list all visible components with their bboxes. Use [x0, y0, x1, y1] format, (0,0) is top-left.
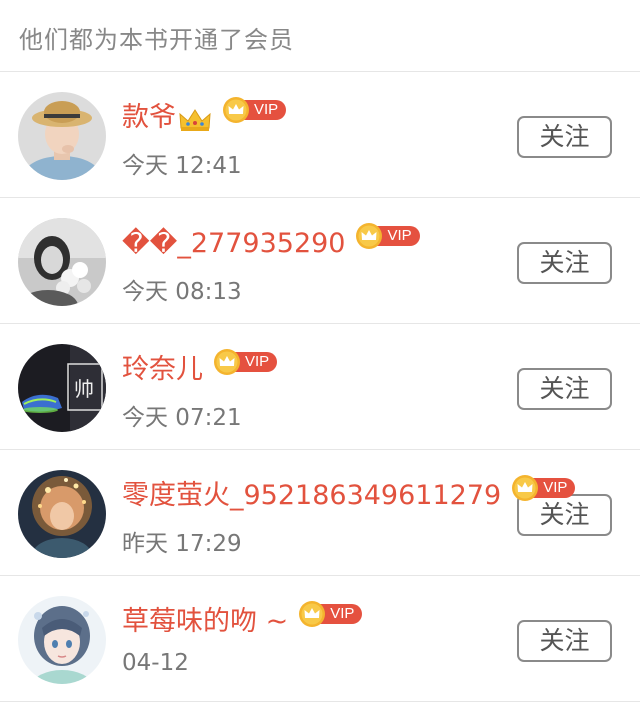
follow-button[interactable]: 关注 — [517, 242, 612, 284]
member-name[interactable]: 草莓味的吻 ~ — [122, 604, 288, 640]
member-name[interactable]: ��_277935290 — [122, 226, 345, 262]
crown-emoji — [179, 109, 211, 131]
member-list: 款爷 VIP 今天 12:41 关注 ��_277935290 VIP 今天 0… — [0, 72, 640, 702]
page-header: 他们都为本书开通了会员 — [0, 0, 640, 72]
page-title: 他们都为本书开通了会员 — [19, 26, 294, 54]
vip-crown-icon — [299, 601, 326, 627]
anime-girl-avatar — [18, 596, 106, 684]
member-name[interactable]: 款爷 — [122, 100, 176, 136]
list-item[interactable]: 帅 玲奈儿 VIP 今天 07:21 关注 — [0, 324, 640, 450]
open-time: 昨天 17:29 — [122, 531, 242, 557]
vip-badge: VIP — [355, 223, 420, 249]
open-time: 今天 08:13 — [122, 279, 242, 305]
follow-button[interactable]: 关注 — [517, 368, 612, 410]
list-item[interactable]: 款爷 VIP 今天 12:41 关注 — [0, 72, 640, 198]
open-time: 04-12 — [122, 650, 189, 676]
svg-text:帅: 帅 — [74, 377, 94, 401]
avatar[interactable] — [18, 92, 106, 180]
sparkle-girl-avatar — [18, 470, 106, 558]
member-name-line: 玲奈儿 VIP — [122, 349, 278, 388]
avatar[interactable] — [18, 218, 106, 306]
dark-neon-avatar: 帅 — [18, 344, 106, 432]
vip-crown-icon — [223, 97, 249, 123]
list-item[interactable]: ��_277935290 VIP 今天 08:13 关注 — [0, 198, 640, 324]
list-item[interactable]: 草莓味的吻 ~ VIP 04-12 关注 — [0, 576, 640, 702]
avatar[interactable] — [18, 470, 106, 558]
member-name-line: 草莓味的吻 ~ VIP — [122, 601, 363, 640]
avatar[interactable]: 帅 — [18, 344, 106, 432]
member-name[interactable]: 零度萤火_952186349611279 — [122, 478, 501, 514]
follow-button[interactable]: 关注 — [517, 620, 612, 662]
list-item[interactable]: 零度萤火_952186349611279 VIP 昨天 17:29 关注 — [0, 450, 640, 576]
vip-crown-icon — [214, 349, 240, 375]
vip-crown-icon — [356, 223, 383, 249]
follow-button[interactable]: 关注 — [517, 116, 612, 158]
vip-crown-icon — [512, 475, 539, 501]
open-time: 今天 12:41 — [122, 153, 242, 179]
vip-badge: VIP — [213, 349, 278, 375]
vip-badge: VIP — [511, 475, 576, 501]
member-name-line: 零度萤火_952186349611279 VIP — [122, 475, 576, 514]
avatar[interactable] — [18, 596, 106, 684]
member-name[interactable]: 玲奈儿 — [122, 352, 203, 388]
member-name-line: 款爷 VIP — [122, 97, 287, 136]
boy-in-hat-avatar — [18, 92, 106, 180]
vip-badge: VIP — [222, 97, 287, 123]
member-name-line: ��_277935290 VIP — [122, 223, 420, 262]
girl-with-flowers-avatar — [18, 218, 106, 306]
vip-badge: VIP — [298, 601, 363, 627]
open-time: 今天 07:21 — [122, 405, 242, 431]
